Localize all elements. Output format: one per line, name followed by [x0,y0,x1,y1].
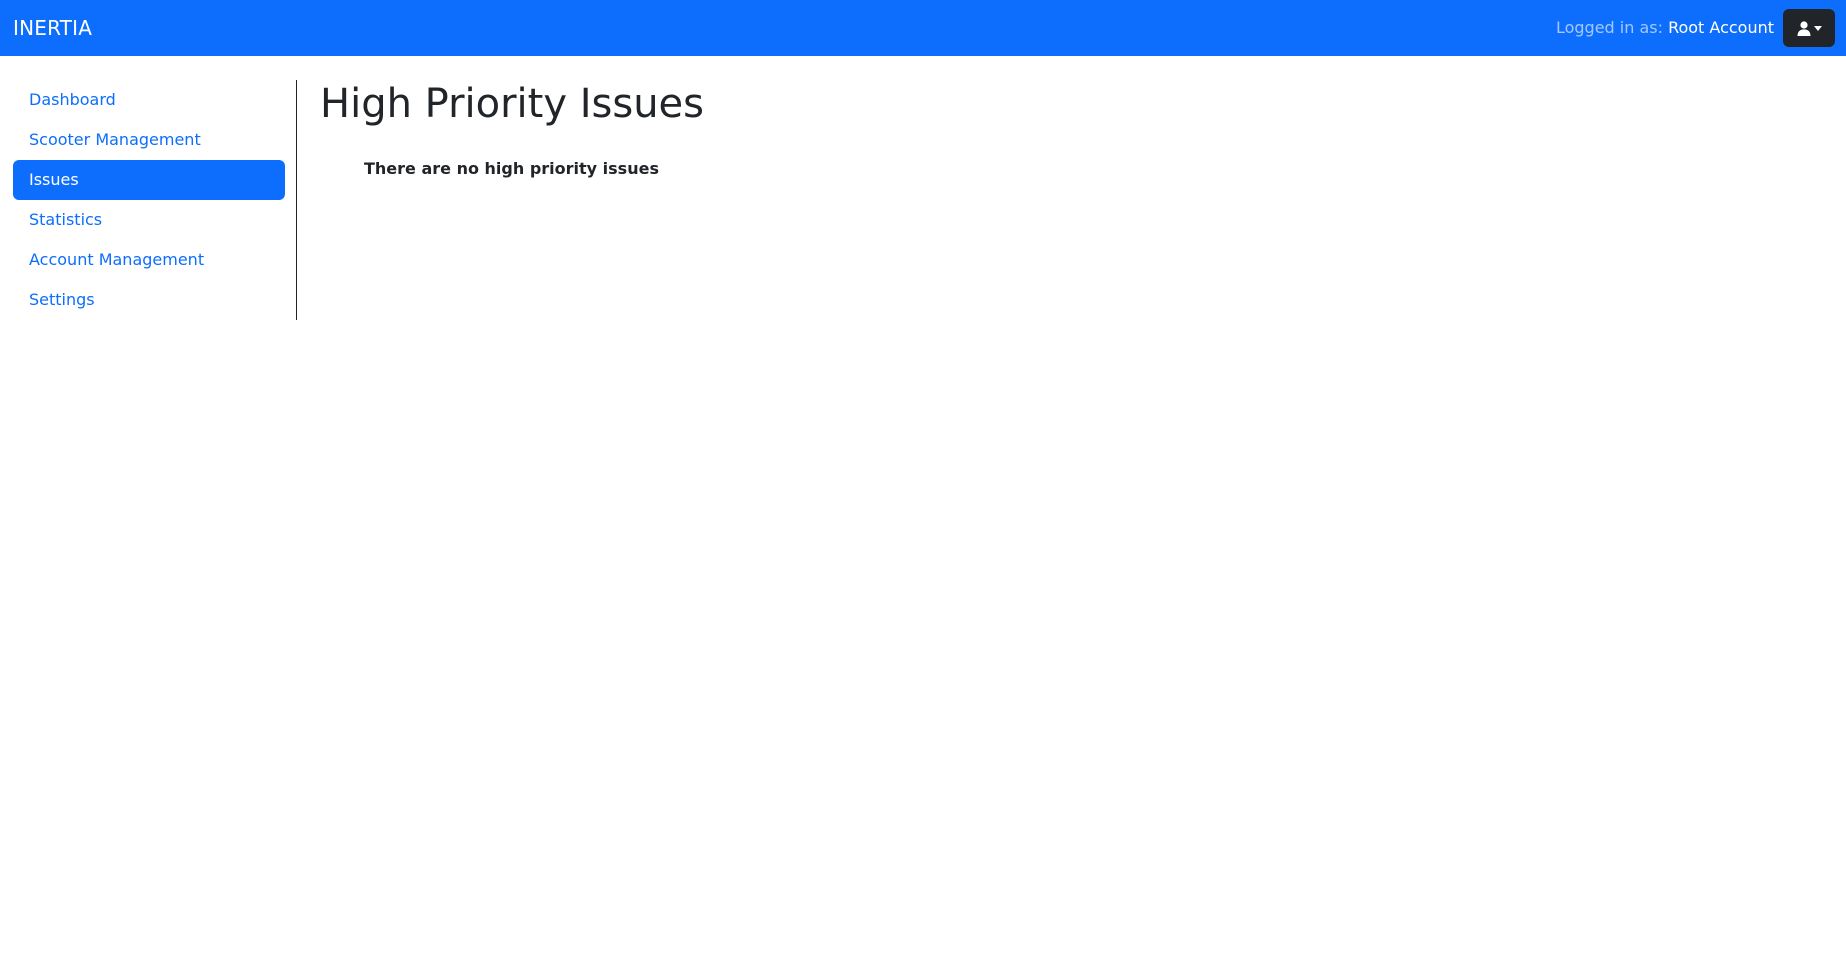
main-content: High Priority Issues There are no high p… [320,80,705,178]
sidebar-nav: Dashboard Scooter Management Issues Stat… [13,80,285,320]
user-icon [1797,20,1811,36]
top-navbar: INERTIA Logged in as: Root Account [0,0,1846,56]
sidebar-item-dashboard[interactable]: Dashboard [13,80,285,120]
sidebar-item-account-management[interactable]: Account Management [13,240,285,280]
empty-issues-message: There are no high priority issues [364,159,659,178]
logged-in-status: Logged in as: Root Account [1556,17,1774,39]
sidebar-item-scooter-management[interactable]: Scooter Management [13,120,285,160]
page-title: High Priority Issues [320,81,705,127]
caret-down-icon [1813,26,1822,31]
logged-in-user-name[interactable]: Root Account [1668,18,1774,37]
sidebar-divider [296,80,297,320]
logged-in-label: Logged in as: [1555,18,1669,37]
brand-logo[interactable]: INERTIA [13,16,92,40]
user-menu-button[interactable] [1783,9,1835,47]
sidebar-item-issues[interactable]: Issues [13,160,285,200]
sidebar-item-statistics[interactable]: Statistics [13,200,285,240]
sidebar-item-settings[interactable]: Settings [13,280,285,320]
